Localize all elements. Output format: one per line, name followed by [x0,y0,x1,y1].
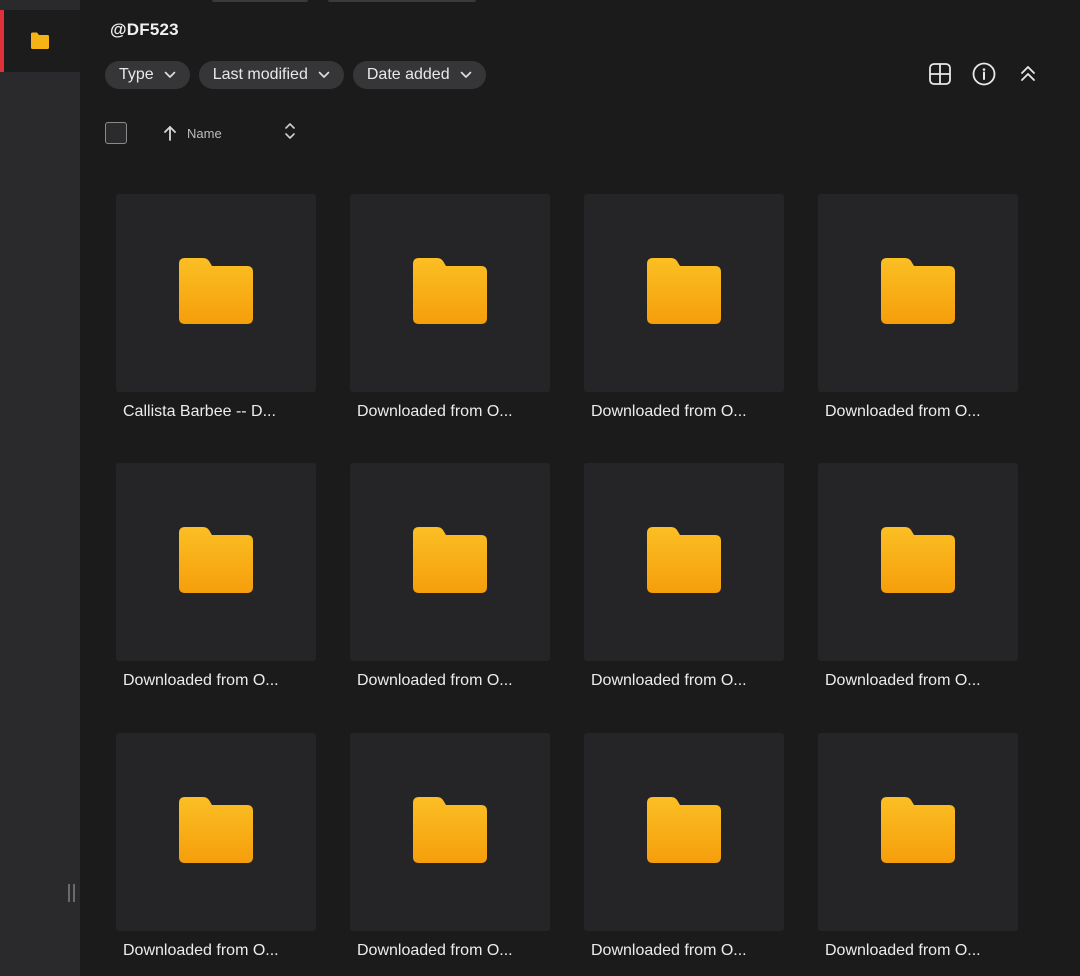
folder-thumbnail[interactable] [116,463,316,661]
folder-tile[interactable]: Downloaded from O... [116,463,316,690]
folder-thumbnail[interactable] [818,194,1018,392]
top-tab-remnant [328,0,476,2]
folder-icon [881,526,955,598]
folder-tile[interactable]: Callista Barbee -- D... [116,194,316,421]
folder-name[interactable]: Downloaded from O... [818,672,1018,690]
folder-icon [647,526,721,598]
folder-icon [647,257,721,329]
folder-thumbnail[interactable] [116,733,316,931]
filter-label: Type [119,66,154,83]
collapse-icon[interactable] [1016,62,1040,86]
folder-icon [413,257,487,329]
resize-handle[interactable] [68,884,76,902]
folder-tile[interactable]: Downloaded from O... [584,463,784,690]
folder-thumbnail[interactable] [350,194,550,392]
folder-thumbnail[interactable] [818,733,1018,931]
folder-tile[interactable]: Downloaded from O... [584,733,784,960]
folder-tile[interactable]: Downloaded from O... [818,463,1018,690]
filter-date-added-button[interactable]: Date added [352,61,486,89]
folder-name[interactable]: Downloaded from O... [350,403,550,421]
folder-icon [29,31,51,56]
filter-last-modified-button[interactable]: Last modified [198,61,344,89]
folder-icon [413,796,487,868]
folder-tile[interactable]: Downloaded from O... [818,733,1018,960]
folder-name[interactable]: Downloaded from O... [818,942,1018,960]
active-indicator [0,10,4,72]
folder-tile[interactable]: Downloaded from O... [818,194,1018,421]
folder-icon [179,796,253,868]
folder-thumbnail[interactable] [584,733,784,931]
folder-tile[interactable]: Downloaded from O... [116,733,316,960]
sort-toggle-icon[interactable] [284,122,296,145]
folder-thumbnail[interactable] [584,194,784,392]
filter-label: Last modified [212,66,308,83]
chevron-down-icon [164,71,176,79]
folder-name[interactable]: Downloaded from O... [116,942,316,960]
folder-tile[interactable]: Downloaded from O... [350,194,550,421]
left-rail [0,0,80,976]
filter-bar: Type Last modified Date added [105,61,486,89]
folder-thumbnail[interactable] [818,463,1018,661]
rail-item-files[interactable] [0,10,80,72]
chevron-down-icon [460,71,472,79]
folder-icon [179,526,253,598]
sort-row: Name [105,120,296,146]
folder-icon [881,796,955,868]
folder-icon [647,796,721,868]
folder-tile[interactable]: Downloaded from O... [350,733,550,960]
folder-thumbnail[interactable] [584,463,784,661]
sort-column-label[interactable]: Name [187,126,222,141]
folder-name[interactable]: Downloaded from O... [584,672,784,690]
page-title: @DF523 [110,20,179,39]
folder-name[interactable]: Downloaded from O... [818,403,1018,421]
folder-name[interactable]: Callista Barbee -- D... [116,403,316,421]
folder-icon [413,526,487,598]
folder-name[interactable]: Downloaded from O... [584,403,784,421]
folder-name[interactable]: Downloaded from O... [584,942,784,960]
folder-tile[interactable]: Downloaded from O... [350,463,550,690]
folder-name[interactable]: Downloaded from O... [116,672,316,690]
filter-type-button[interactable]: Type [105,61,190,89]
folder-icon [179,257,253,329]
view-tools [928,62,1040,86]
chevron-down-icon [318,71,330,79]
grid-view-icon[interactable] [928,62,952,86]
select-all-checkbox[interactable] [105,122,127,144]
arrow-up-icon[interactable] [163,125,177,141]
folder-icon [881,257,955,329]
folder-thumbnail[interactable] [350,463,550,661]
folder-tile[interactable]: Downloaded from O... [584,194,784,421]
folder-name[interactable]: Downloaded from O... [350,942,550,960]
top-tab-remnant [212,0,308,2]
folder-thumbnail[interactable] [116,194,316,392]
folder-name[interactable]: Downloaded from O... [350,672,550,690]
folder-thumbnail[interactable] [350,733,550,931]
filter-label: Date added [366,66,450,83]
info-icon[interactable] [972,62,996,86]
